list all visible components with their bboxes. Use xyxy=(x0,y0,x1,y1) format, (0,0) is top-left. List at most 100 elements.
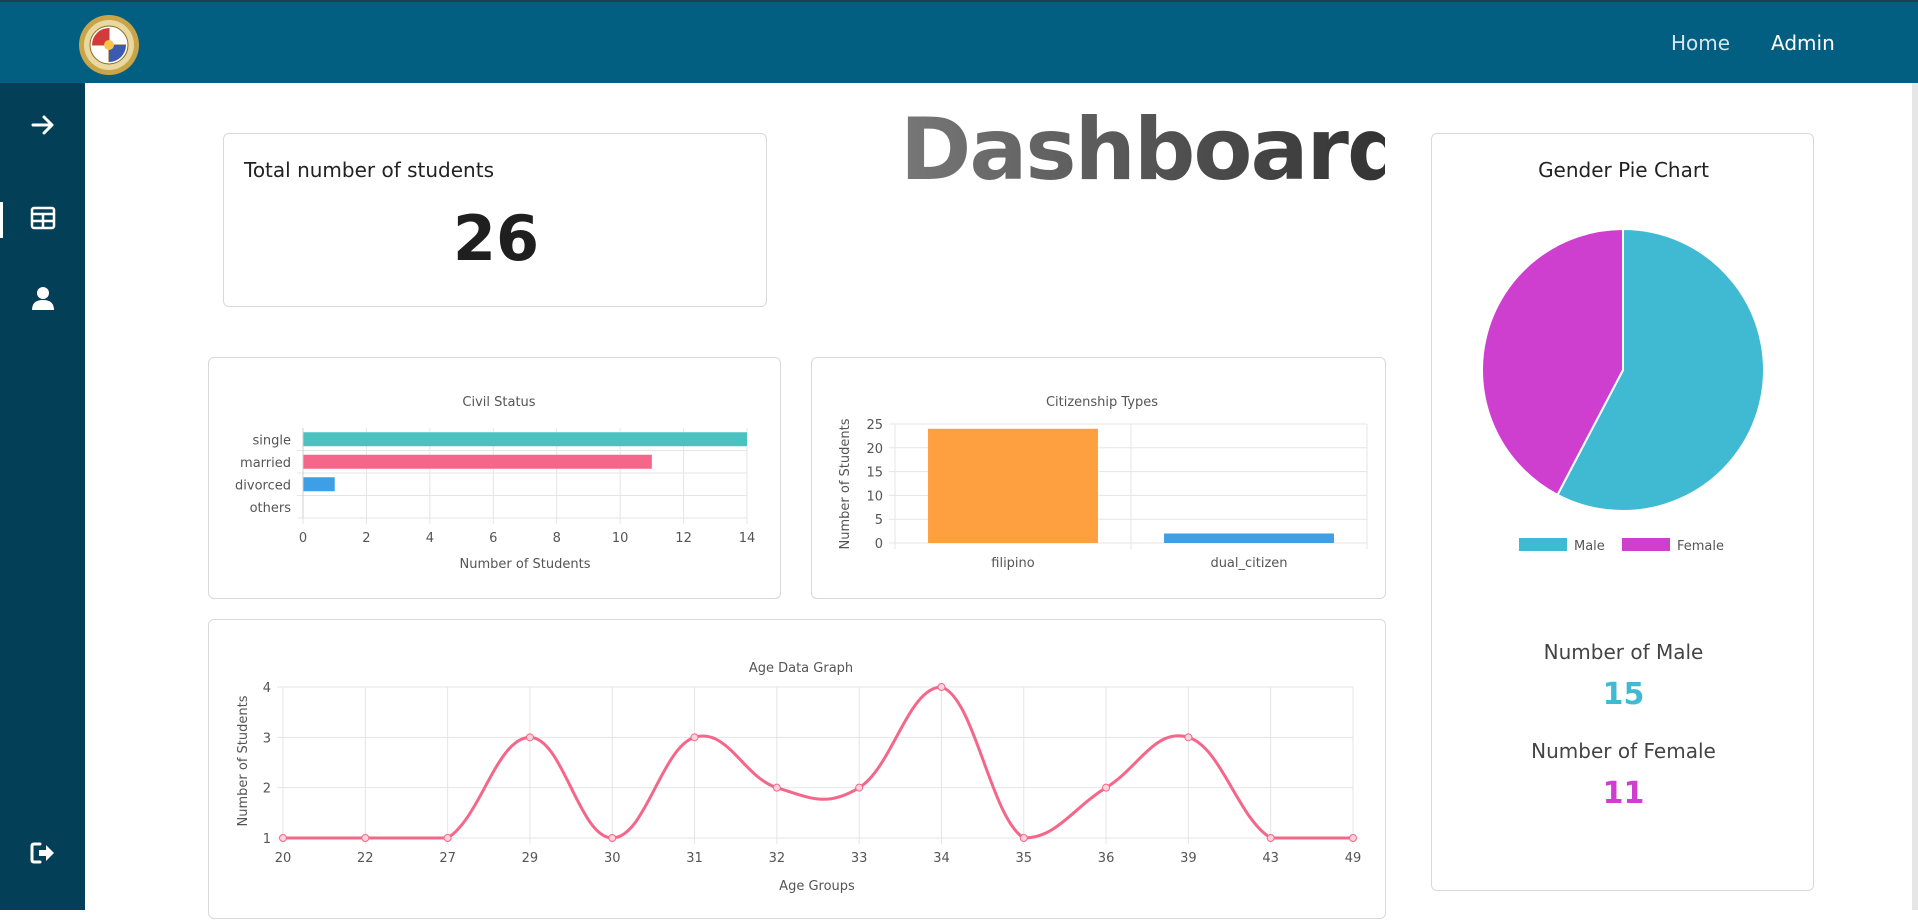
civil-status-card: Civil Status 0 2 4 6 8 10 12 14 single married divo… xyxy=(208,357,781,599)
sidebar-logout-button[interactable] xyxy=(0,823,85,883)
table-grid-icon xyxy=(30,206,55,230)
user-icon xyxy=(31,287,54,310)
y-axis-label: Number of Students xyxy=(838,418,853,549)
legend-swatch xyxy=(1622,538,1670,551)
x-tick-label: 2 xyxy=(362,531,370,546)
age-graph-card: Age Data Graph 1 2 3 4 20 22 27 29 30 31 32 33 34 35 36… xyxy=(208,619,1386,919)
y-tick-label: 2 xyxy=(263,782,271,797)
y-tick-label: 5 xyxy=(875,513,883,528)
page-scrollbar[interactable] xyxy=(1912,83,1918,910)
data-point xyxy=(525,733,534,742)
legend-swatch xyxy=(1519,538,1567,551)
nav-home-link[interactable]: Home xyxy=(1671,31,1730,55)
male-count-value: 15 xyxy=(1602,677,1645,712)
data-point xyxy=(1266,834,1275,842)
gender-chart-title: Gender Pie Chart xyxy=(1538,158,1709,182)
bar xyxy=(303,454,652,469)
data-point xyxy=(1349,834,1357,842)
male-count-label: Number of Male xyxy=(1543,640,1704,664)
x-tick-label: 12 xyxy=(675,531,692,546)
x-tick-label: 39 xyxy=(1180,851,1197,866)
x-tick-label: 10 xyxy=(612,531,629,546)
series-line xyxy=(283,685,1353,840)
total-students-value: 26 xyxy=(452,202,540,275)
citizenship-card: Citizenship Types 0 5 10 15 20 25 filipino dual_… xyxy=(811,357,1386,599)
logout-icon xyxy=(30,842,54,864)
y-tick-label: single xyxy=(253,433,292,448)
data-point xyxy=(772,783,781,792)
x-tick-label: 20 xyxy=(275,851,292,866)
top-navbar: Home Admin xyxy=(0,0,1918,83)
gender-pie-chart: Male Female xyxy=(1481,227,1765,554)
y-tick-label: others xyxy=(250,501,292,516)
y-axis-label: Number of Students xyxy=(236,695,251,826)
y-tick-label: 0 xyxy=(875,537,883,552)
university-logo[interactable] xyxy=(78,14,140,76)
sidebar-expand-button[interactable] xyxy=(0,95,85,155)
x-tick-label: 31 xyxy=(686,851,703,866)
y-tick-label: 3 xyxy=(263,731,271,746)
x-tick-label: 27 xyxy=(439,851,456,866)
x-tick-label: 32 xyxy=(769,851,786,866)
x-tick-label: 30 xyxy=(604,851,621,866)
data-point xyxy=(279,834,287,842)
x-tick-label: 6 xyxy=(489,531,497,546)
data-point xyxy=(1102,783,1111,792)
data-point xyxy=(855,783,864,792)
female-count-value: 11 xyxy=(1602,776,1645,811)
x-tick-label: 29 xyxy=(522,851,539,866)
data-point xyxy=(443,834,452,842)
sidebar xyxy=(0,83,85,910)
x-tick-label: 49 xyxy=(1345,851,1362,866)
bar xyxy=(303,432,747,447)
x-tick-label: 8 xyxy=(553,531,561,546)
chart-title: Citizenship Types xyxy=(1046,395,1158,410)
female-count-label: Number of Female xyxy=(1531,739,1716,763)
y-tick-label: 10 xyxy=(866,489,883,504)
y-tick-label: divorced xyxy=(235,478,291,493)
x-tick-label: 36 xyxy=(1098,851,1115,866)
bar xyxy=(928,428,1098,543)
x-tick-label: 14 xyxy=(739,531,756,546)
data-point xyxy=(690,733,699,742)
sidebar-item-dashboard[interactable] xyxy=(0,188,85,248)
page-title: Dashboard xyxy=(900,100,1408,200)
y-tick-label: 15 xyxy=(866,466,883,481)
citizenship-chart: Citizenship Types 0 5 10 15 20 25 filipino dual_… xyxy=(838,395,1368,571)
data-point xyxy=(1184,733,1193,742)
chart-title: Civil Status xyxy=(462,395,535,410)
x-tick-label: 43 xyxy=(1262,851,1279,866)
y-tick-label: 25 xyxy=(866,418,883,433)
y-tick-label: 1 xyxy=(263,832,271,847)
bar xyxy=(1164,533,1334,543)
legend-label: Female xyxy=(1677,539,1724,554)
civil-status-chart: Civil Status 0 2 4 6 8 10 12 14 single married divo… xyxy=(235,395,756,572)
x-tick-label: 35 xyxy=(1015,851,1032,866)
x-tick-label: 33 xyxy=(851,851,868,866)
x-tick-label: 4 xyxy=(426,531,434,546)
y-tick-label: 20 xyxy=(866,442,883,457)
total-students-card: Total number of students 26 xyxy=(223,133,767,307)
y-tick-label: 4 xyxy=(263,681,271,696)
data-point xyxy=(608,834,617,842)
legend-label: Male xyxy=(1574,539,1605,554)
arrow-right-icon xyxy=(31,115,53,135)
sidebar-item-users[interactable] xyxy=(0,268,85,328)
age-data-chart: Age Data Graph123420 22 27 29 30 31 32 33 34 35 36… xyxy=(236,661,1362,894)
nav-admin-link[interactable]: Admin xyxy=(1771,31,1835,55)
x-axis-label: Number of Students xyxy=(460,557,591,572)
x-tick-label: 22 xyxy=(357,851,374,866)
y-tick-label: married xyxy=(240,456,291,471)
x-axis-label: Age Groups xyxy=(779,879,855,894)
x-tick-label: 0 xyxy=(299,531,307,546)
chart-title: Age Data Graph xyxy=(749,661,853,676)
data-point xyxy=(361,834,370,842)
total-students-label: Total number of students xyxy=(244,158,494,182)
x-tick-label: 34 xyxy=(933,851,950,866)
bar xyxy=(303,477,335,492)
x-tick-label: filipino xyxy=(991,556,1035,571)
gender-card: Gender Pie Chart Male Female Number of Ma… xyxy=(1431,133,1814,891)
data-point xyxy=(937,683,946,691)
data-point xyxy=(1019,834,1028,842)
x-tick-label: dual_citizen xyxy=(1210,556,1287,571)
